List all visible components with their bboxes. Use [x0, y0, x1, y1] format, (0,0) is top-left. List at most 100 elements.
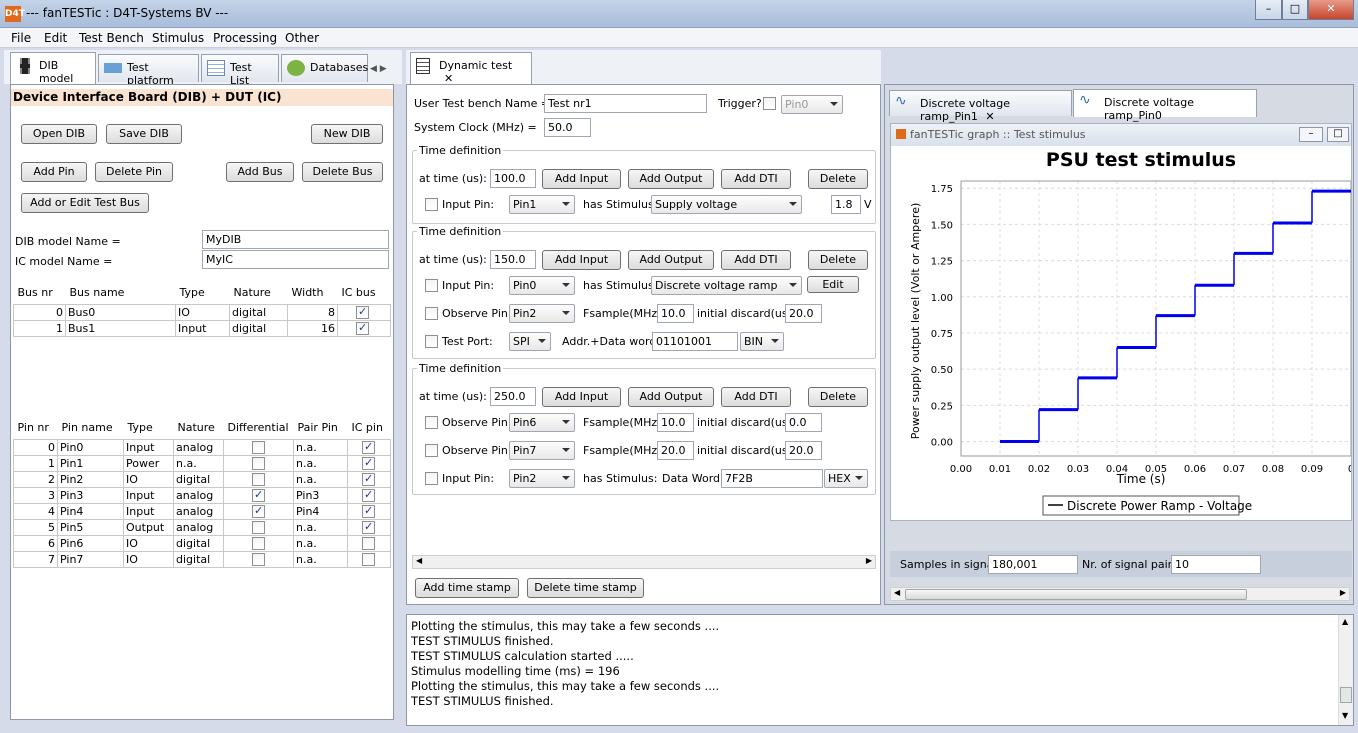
scroll-down-icon[interactable]: ▼ — [1342, 711, 1348, 720]
format-select[interactable]: HEX — [824, 469, 868, 488]
test-port-select[interactable]: SPI — [509, 332, 551, 351]
table-row[interactable]: 5 Pin5 Output analog n.a. — [13, 518, 391, 536]
menu-test-bench[interactable]: Test Bench — [79, 31, 144, 45]
scroll-up-icon[interactable]: ▲ — [1342, 617, 1348, 626]
ic-bus-checkbox[interactable] — [356, 305, 369, 319]
input-pin-checkbox[interactable] — [425, 279, 438, 292]
time-field[interactable]: 150.0 — [490, 250, 536, 269]
initial-discard-field[interactable]: 20.0 — [785, 304, 822, 323]
tab-test-platform[interactable]: Test platform — [98, 54, 199, 87]
differential-checkbox[interactable] — [252, 536, 265, 550]
add-dti-button[interactable]: Add DTI — [721, 250, 791, 270]
addr-data-field[interactable]: 01101001 — [652, 332, 738, 351]
col-type[interactable]: Type — [175, 282, 230, 304]
col-ic-pin[interactable]: IC pin — [347, 417, 391, 439]
table-row[interactable]: 6 Pin6 IO digital n.a. — [13, 534, 391, 552]
add-dti-button[interactable]: Add DTI — [721, 169, 791, 189]
col-differential[interactable]: Differential — [223, 417, 294, 439]
graph-hscrollbar[interactable]: ◀ ▶ — [890, 587, 1350, 601]
pair-pin-cell[interactable]: n.a. — [293, 518, 348, 536]
col-nature[interactable]: Nature — [173, 417, 224, 439]
maximize-icon[interactable]: □ — [1327, 127, 1349, 142]
scroll-left-icon[interactable]: ◀ — [416, 556, 422, 565]
add-pin-button[interactable]: Add Pin — [21, 162, 87, 182]
pin-select[interactable]: Pin0 — [509, 276, 575, 295]
pin-type-cell[interactable]: Input — [123, 502, 174, 520]
add-time-stamp-button[interactable]: Add time stamp — [415, 578, 519, 598]
col-bus-name[interactable]: Bus name — [65, 282, 176, 304]
tab-scroll-arrows[interactable]: ◀ ▶ — [370, 64, 387, 74]
observe-pin-checkbox[interactable] — [425, 416, 438, 429]
add-input-button[interactable]: Add Input — [542, 250, 621, 270]
add-dti-button[interactable]: Add DTI — [721, 387, 791, 407]
test-port-checkbox[interactable] — [425, 335, 438, 348]
stimulus-select[interactable]: Discrete voltage ramp — [651, 276, 802, 295]
scroll-left-icon[interactable]: ◀ — [894, 588, 900, 597]
ic-pin-checkbox[interactable] — [362, 472, 375, 486]
pin-type-cell[interactable]: Input — [123, 438, 174, 456]
observe-pin-select[interactable]: Pin7 — [509, 441, 575, 460]
col-type[interactable]: Type — [123, 417, 174, 439]
differential-checkbox[interactable] — [252, 504, 265, 518]
pin-nature-cell[interactable]: digital — [173, 550, 224, 568]
initial-discard-field[interactable]: 0.0 — [785, 413, 822, 432]
differential-checkbox[interactable] — [252, 472, 265, 486]
tab-graph-pin1[interactable]: ∿ Discrete voltage ramp_Pin1 ✕ — [889, 90, 1072, 123]
ic-pin-checkbox[interactable] — [362, 552, 375, 566]
fsample-field[interactable]: 20.0 — [657, 441, 694, 460]
stimulus-value-field[interactable]: 1.8 — [831, 195, 861, 214]
pin-select[interactable]: Pin2 — [509, 469, 575, 488]
differential-checkbox[interactable] — [252, 456, 265, 470]
tab-databases[interactable]: Databases — [281, 54, 368, 82]
tab-dynamic-test[interactable]: Dynamic test ✕ — [410, 52, 532, 85]
observe-pin-checkbox[interactable] — [425, 307, 438, 320]
pair-pin-cell[interactable]: n.a. — [293, 438, 348, 456]
pin-name-cell[interactable]: Pin2 — [57, 470, 124, 488]
pin-name-cell[interactable]: Pin4 — [57, 502, 124, 520]
time-field[interactable]: 100.0 — [490, 169, 536, 188]
table-row[interactable]: 7 Pin7 IO digital n.a. — [13, 550, 391, 568]
ic-pin-checkbox[interactable] — [362, 488, 375, 502]
bus-width-cell[interactable]: 8 — [287, 303, 338, 321]
menu-stimulus[interactable]: Stimulus — [152, 31, 204, 45]
dib-name-field[interactable]: MyDIB — [202, 230, 389, 249]
pair-pin-cell[interactable]: n.a. — [293, 454, 348, 472]
tab-test-list[interactable]: Test List — [201, 54, 279, 87]
scroll-right-icon[interactable]: ▶ — [1340, 588, 1346, 597]
ic-pin-checkbox[interactable] — [362, 504, 375, 518]
table-row[interactable]: 1 Bus1 Input digital 16 — [13, 319, 391, 337]
maximize-icon[interactable]: □ — [1282, 0, 1308, 20]
center-hscrollbar[interactable]: ◀ ▶ — [412, 555, 876, 569]
bus-nature-cell[interactable]: digital — [229, 303, 288, 321]
delete-button[interactable]: Delete — [808, 250, 868, 270]
stimulus-select[interactable]: Supply voltage — [651, 195, 802, 214]
observe-pin-select[interactable]: Pin2 — [509, 304, 575, 323]
tab-dib-model[interactable]: DIB model — [10, 52, 96, 85]
open-dib-button[interactable]: Open DIB — [21, 124, 97, 144]
pairs-field[interactable]: 10 — [1171, 555, 1261, 574]
input-pin-checkbox[interactable] — [425, 198, 438, 211]
pin-select[interactable]: Pin1 — [509, 195, 575, 214]
pin-name-cell[interactable]: Pin7 — [57, 550, 124, 568]
initial-discard-field[interactable]: 20.0 — [785, 441, 822, 460]
pin-type-cell[interactable]: Power — [123, 454, 174, 472]
pair-pin-cell[interactable]: n.a. — [293, 534, 348, 552]
pin-type-cell[interactable]: Input — [123, 486, 174, 504]
pin-nature-cell[interactable]: digital — [173, 534, 224, 552]
pin-name-cell[interactable]: Pin5 — [57, 518, 124, 536]
pin-name-cell[interactable]: Pin3 — [57, 486, 124, 504]
col-pin-name[interactable]: Pin name — [57, 417, 124, 439]
ic-pin-checkbox[interactable] — [362, 536, 375, 550]
table-row[interactable]: 0 Bus0 IO digital 8 — [13, 303, 391, 321]
col-pin-nr[interactable]: Pin nr — [13, 417, 58, 439]
differential-checkbox[interactable] — [252, 520, 265, 534]
add-bus-button[interactable]: Add Bus — [226, 162, 294, 182]
pin-nature-cell[interactable]: digital — [173, 470, 224, 488]
table-row[interactable]: 2 Pin2 IO digital n.a. — [13, 470, 391, 488]
close-icon[interactable]: ✕ — [1308, 0, 1354, 20]
table-row[interactable]: 1 Pin1 Power n.a. n.a. — [13, 454, 391, 472]
add-output-button[interactable]: Add Output — [628, 250, 714, 270]
pair-pin-cell[interactable]: Pin4 — [293, 502, 348, 520]
format-select[interactable]: BIN — [740, 332, 784, 351]
ic-name-field[interactable]: MyIC — [202, 250, 389, 269]
